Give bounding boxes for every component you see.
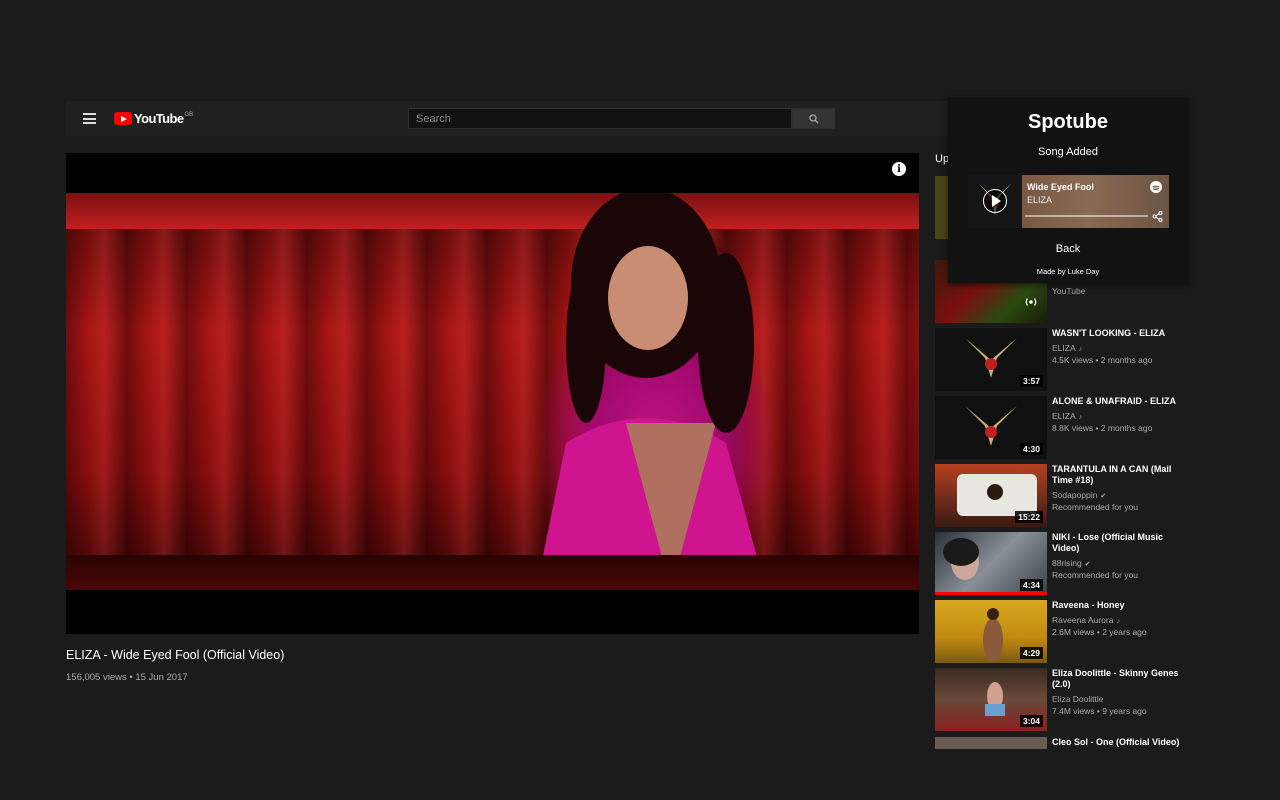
video-title: Cleo Sol - One (Official Video) bbox=[1052, 737, 1180, 747]
channel-name: ELIZA ♪ bbox=[1052, 411, 1082, 421]
channel-label: Raveena Aurora bbox=[1052, 615, 1114, 625]
play-button[interactable] bbox=[983, 189, 1007, 213]
youtube-header: YouTube GB bbox=[66, 101, 948, 136]
thumbnail bbox=[935, 737, 1047, 749]
recommendation-item[interactable]: 4:34 NIKI - Lose (Official Music Video) … bbox=[935, 532, 1265, 596]
channel-name: Raveena Aurora ♪ bbox=[1052, 615, 1120, 625]
video-title: WASN'T LOOKING - ELIZA bbox=[1052, 328, 1166, 338]
channel-name: 88rising ✔ bbox=[1052, 558, 1091, 568]
video-meta: Recommended for you bbox=[1052, 570, 1138, 580]
spotube-popup: Spotube Song Added Wide Eyed Fool ELIZA … bbox=[948, 97, 1188, 283]
music-note-icon: ♪ bbox=[1078, 414, 1083, 421]
duration-badge: 4:29 bbox=[1019, 647, 1043, 659]
recommendation-item[interactable]: 15:22 TARANTULA IN A CAN (Mail Time #18)… bbox=[935, 464, 1265, 528]
back-button[interactable]: Back bbox=[948, 243, 1188, 255]
song-artist: ELIZA bbox=[1027, 195, 1053, 205]
popup-title: Spotube bbox=[1028, 111, 1108, 133]
spotify-song-card[interactable]: Wide Eyed Fool ELIZA bbox=[968, 175, 1169, 228]
video-meta: 156,005 views • 15 Jun 2017 bbox=[66, 672, 188, 683]
spotify-icon[interactable] bbox=[1150, 181, 1162, 193]
channel-name: Sodapoppin ✔ bbox=[1052, 490, 1106, 500]
verified-icon: ✔ bbox=[1084, 561, 1091, 568]
duration-badge: 4:34 bbox=[1019, 579, 1043, 591]
thumbnail: 15:22 bbox=[935, 464, 1047, 527]
channel-name: Eliza Doolittle bbox=[1052, 694, 1104, 704]
video-title: Raveena - Honey bbox=[1052, 600, 1125, 610]
share-icon[interactable] bbox=[1152, 209, 1163, 227]
music-note-icon: ♪ bbox=[1116, 618, 1120, 625]
recommendation-item[interactable]: 3:04 Eliza Doolittle - Skinny Genes (2.0… bbox=[935, 668, 1265, 732]
logo-text: YouTube bbox=[134, 111, 184, 126]
video-title: ALONE & UNAFRAID - ELIZA bbox=[1052, 396, 1176, 406]
search-icon bbox=[808, 113, 818, 123]
channel-label: Sodapoppin bbox=[1052, 490, 1098, 500]
video-title: NIKI - Lose (Official Music Video) bbox=[1052, 532, 1164, 553]
region-code: GB bbox=[184, 111, 194, 118]
credit-text: Made by Luke Day bbox=[1036, 267, 1100, 276]
album-art bbox=[968, 175, 1022, 228]
video-player[interactable]: i bbox=[66, 153, 919, 634]
recommendation-item[interactable]: 4:29 Raveena - Honey Raveena Aurora ♪ 2.6… bbox=[935, 600, 1265, 664]
watch-progress bbox=[935, 592, 1047, 595]
up-next-label: Up bbox=[935, 153, 950, 165]
video-meta: 2.6M views • 2 years ago bbox=[1052, 627, 1147, 637]
channel-label: 88rising bbox=[1052, 558, 1082, 568]
video-title: TARANTULA IN A CAN (Mail Time #18) bbox=[1052, 464, 1172, 485]
duration-badge: 15:22 bbox=[1015, 511, 1043, 523]
duration-badge: 3:04 bbox=[1019, 715, 1043, 727]
recommendation-item[interactable]: 3:57 WASN'T LOOKING - ELIZA ELIZA ♪ 4.5K … bbox=[935, 328, 1265, 392]
search-button[interactable] bbox=[792, 108, 835, 129]
share-glyph bbox=[1152, 211, 1163, 222]
popup-status: Song Added bbox=[1038, 146, 1098, 158]
info-icon[interactable]: i bbox=[892, 162, 906, 176]
video-title: ELIZA - Wide Eyed Fool (Official Video) bbox=[66, 648, 285, 662]
channel-name: YouTube bbox=[1052, 286, 1086, 296]
youtube-logo[interactable]: YouTube GB bbox=[114, 111, 193, 126]
song-title: Wide Eyed Fool bbox=[1027, 182, 1094, 192]
spotify-logo bbox=[1152, 185, 1160, 191]
page: YouTube GB i ELIZA - Wide Eyed Fool (Off… bbox=[0, 0, 1280, 800]
video-meta: 7.4M views • 9 years ago bbox=[1052, 706, 1147, 716]
menu-icon[interactable] bbox=[83, 113, 96, 124]
duration-badge: 3:57 bbox=[1019, 375, 1043, 387]
thumbnail: 4:34 bbox=[935, 532, 1047, 595]
video-frame bbox=[66, 193, 919, 590]
thumbnail: 4:29 bbox=[935, 600, 1047, 663]
live-icon bbox=[1025, 298, 1037, 306]
video-meta: 8.8K views • 2 months ago bbox=[1052, 423, 1153, 433]
verified-icon: ✔ bbox=[1100, 493, 1107, 500]
thumbnail: 3:57 bbox=[935, 328, 1047, 391]
channel-name: ELIZA ♪ bbox=[1052, 343, 1082, 353]
video-frame-bottom bbox=[66, 555, 919, 590]
video-meta: Recommended for you bbox=[1052, 502, 1138, 512]
video-title: Eliza Doolittle - Skinny Genes (2.0) bbox=[1052, 668, 1179, 689]
recommendation-item[interactable]: Cleo Sol - One (Official Video) bbox=[935, 737, 1265, 749]
search-input[interactable] bbox=[408, 108, 792, 129]
thumbnail: 4:30 bbox=[935, 396, 1047, 459]
music-note-icon: ♪ bbox=[1078, 346, 1083, 353]
channel-label: ELIZA bbox=[1052, 343, 1076, 353]
youtube-play-icon bbox=[114, 112, 132, 125]
playback-progress-bar[interactable] bbox=[1025, 215, 1148, 217]
recommendation-item[interactable]: 4:30 ALONE & UNAFRAID - ELIZA ELIZA ♪ 8.8… bbox=[935, 396, 1265, 460]
duration-badge: 4:30 bbox=[1019, 443, 1043, 455]
channel-label: ELIZA bbox=[1052, 411, 1076, 421]
video-subject bbox=[536, 193, 766, 590]
partial-thumbnail[interactable] bbox=[935, 176, 949, 239]
video-meta: 4.5K views • 2 months ago bbox=[1052, 355, 1153, 365]
thumbnail: 3:04 bbox=[935, 668, 1047, 731]
